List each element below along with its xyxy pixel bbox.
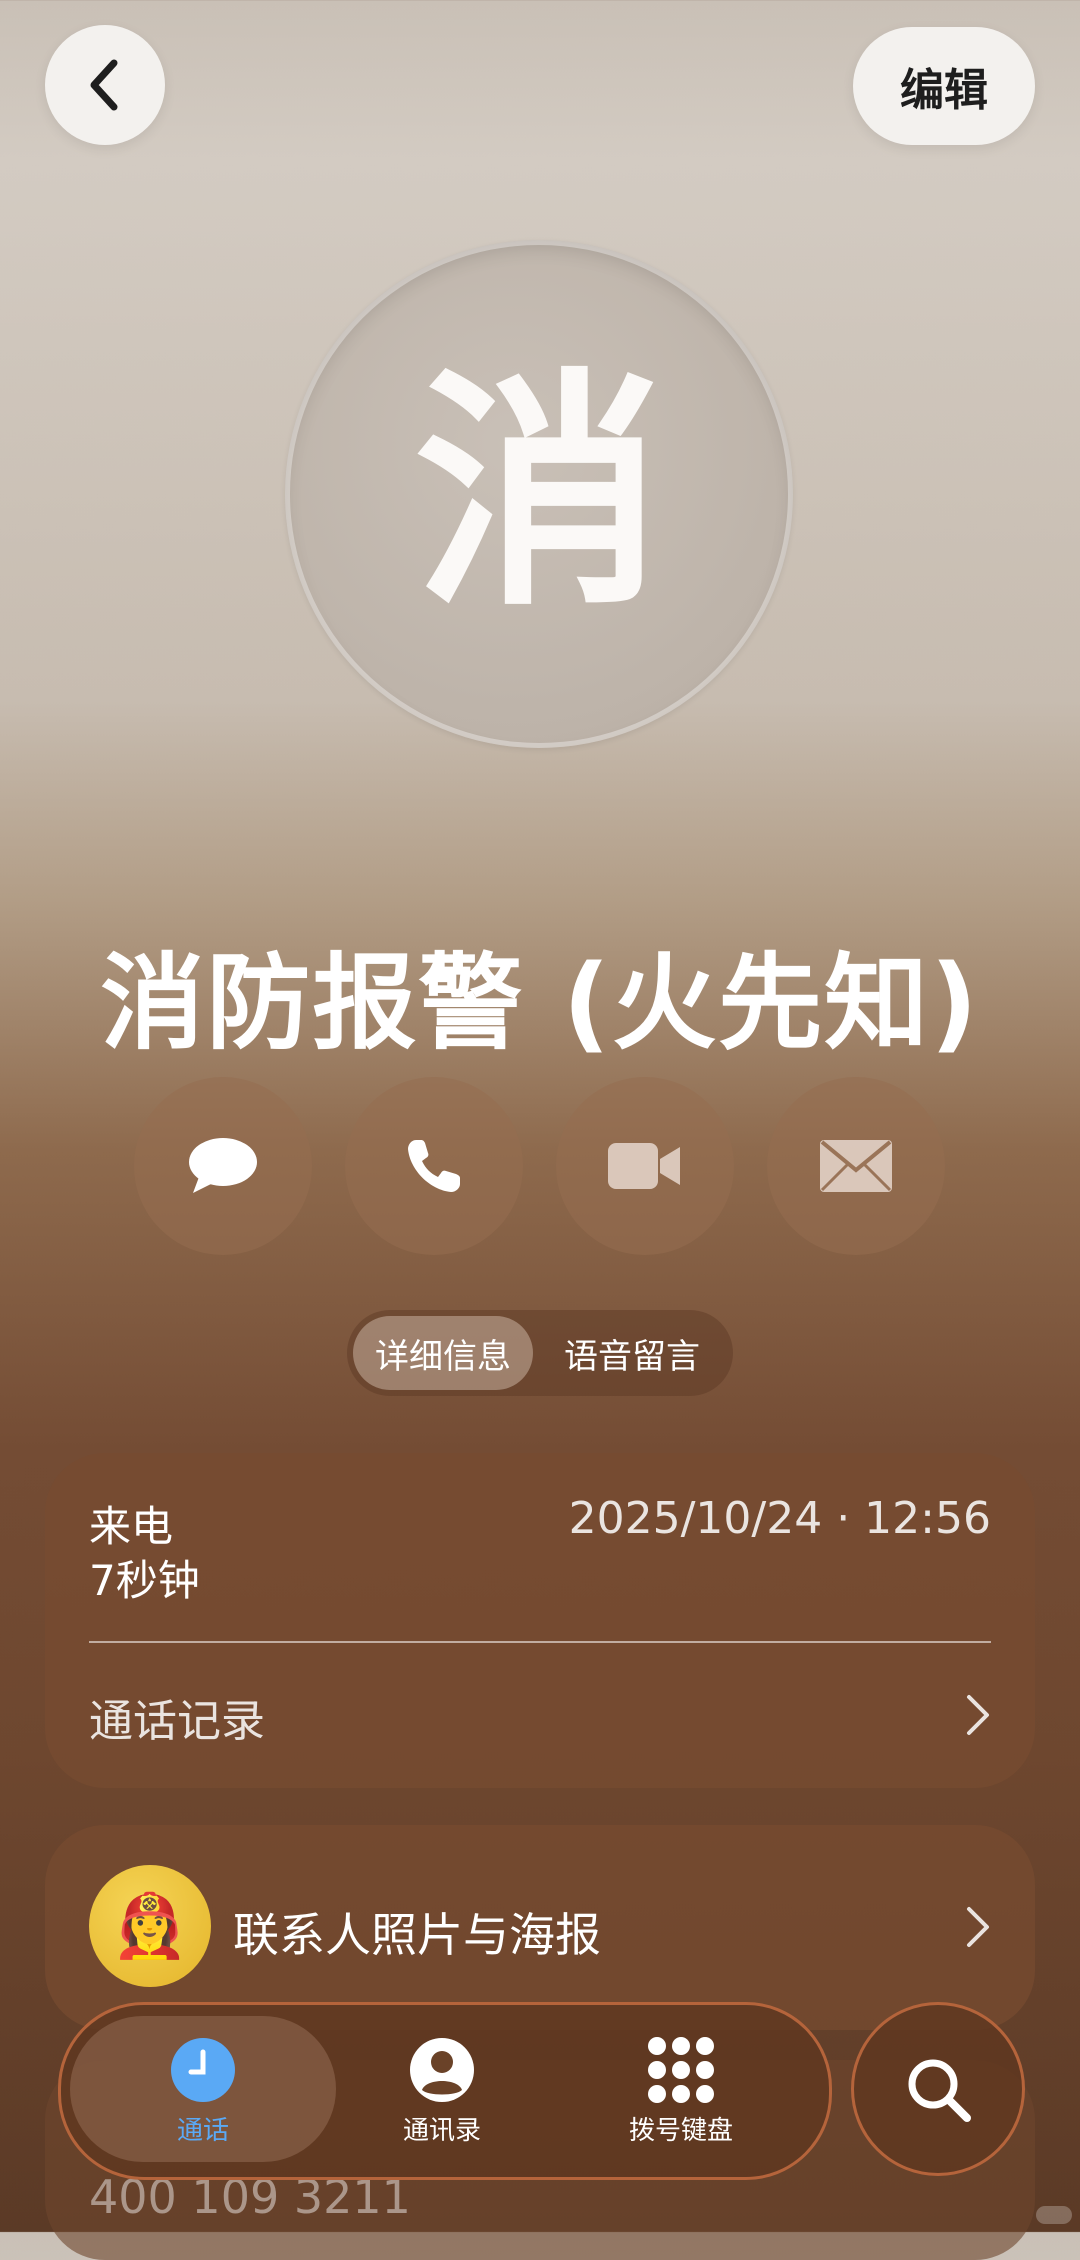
call-duration: 7秒钟 xyxy=(89,1556,200,1605)
detail-tabs: 详细信息 语音留言 xyxy=(347,1310,733,1396)
mail-button[interactable] xyxy=(767,1077,945,1255)
contact-avatar: 消 xyxy=(285,240,793,748)
poster-avatar: 👩‍🚒 xyxy=(89,1865,211,1987)
call-info-card: 来电 7秒钟 2025/10/24 · 12:56 通话记录 xyxy=(45,1453,1035,1788)
phone-icon xyxy=(408,1140,460,1192)
chevron-left-icon xyxy=(90,59,118,111)
edit-button[interactable]: 编辑 xyxy=(853,27,1035,145)
nav-label-keypad: 拨号键盘 xyxy=(628,2116,733,2146)
video-button[interactable] xyxy=(556,1077,734,1255)
back-button[interactable] xyxy=(45,25,165,145)
edit-label: 编辑 xyxy=(900,65,988,116)
nav-label-contacts: 通讯录 xyxy=(402,2116,481,2146)
video-camera-icon xyxy=(608,1143,680,1189)
clock-icon xyxy=(171,2038,235,2102)
mail-envelope-icon xyxy=(820,1140,892,1192)
message-bubble-icon xyxy=(189,1138,257,1193)
chevron-right-icon xyxy=(967,1907,989,1947)
nav-item-keypad[interactable]: 拨号键盘 xyxy=(581,2016,781,2162)
tab-voicemail[interactable]: 语音留言 xyxy=(537,1316,727,1390)
keypad-icon xyxy=(648,2037,714,2103)
chevron-right-icon xyxy=(967,1695,989,1735)
tab-details[interactable]: 详细信息 xyxy=(353,1316,533,1390)
contact-name: 消防报警 (火先知) xyxy=(100,942,980,1064)
watermark-badge xyxy=(1036,2206,1072,2224)
message-button[interactable] xyxy=(134,1077,312,1255)
poster-label: 联系人照片与海报 xyxy=(233,1908,601,1962)
call-datetime: 2025/10/24 · 12:56 xyxy=(568,1493,991,1544)
nav-item-contacts[interactable]: 通讯录 xyxy=(342,2016,542,2162)
search-icon xyxy=(908,2059,971,2122)
call-button[interactable] xyxy=(345,1077,523,1255)
avatar-initial: 消 xyxy=(414,348,664,639)
nav-item-calls[interactable]: 通话 xyxy=(103,2016,303,2162)
call-type: 来电 xyxy=(89,1502,174,1551)
firefighter-emoji: 👩‍🚒 xyxy=(111,1889,189,1962)
nav-label-calls: 通话 xyxy=(176,2116,229,2146)
person-icon xyxy=(410,2038,474,2102)
call-history-row[interactable]: 通话记录 xyxy=(45,1643,1035,1788)
contact-poster-card[interactable]: 👩‍🚒 联系人照片与海报 xyxy=(45,1825,1035,2030)
search-button[interactable] xyxy=(851,2002,1025,2176)
call-history-label: 通话记录 xyxy=(89,1696,265,1747)
